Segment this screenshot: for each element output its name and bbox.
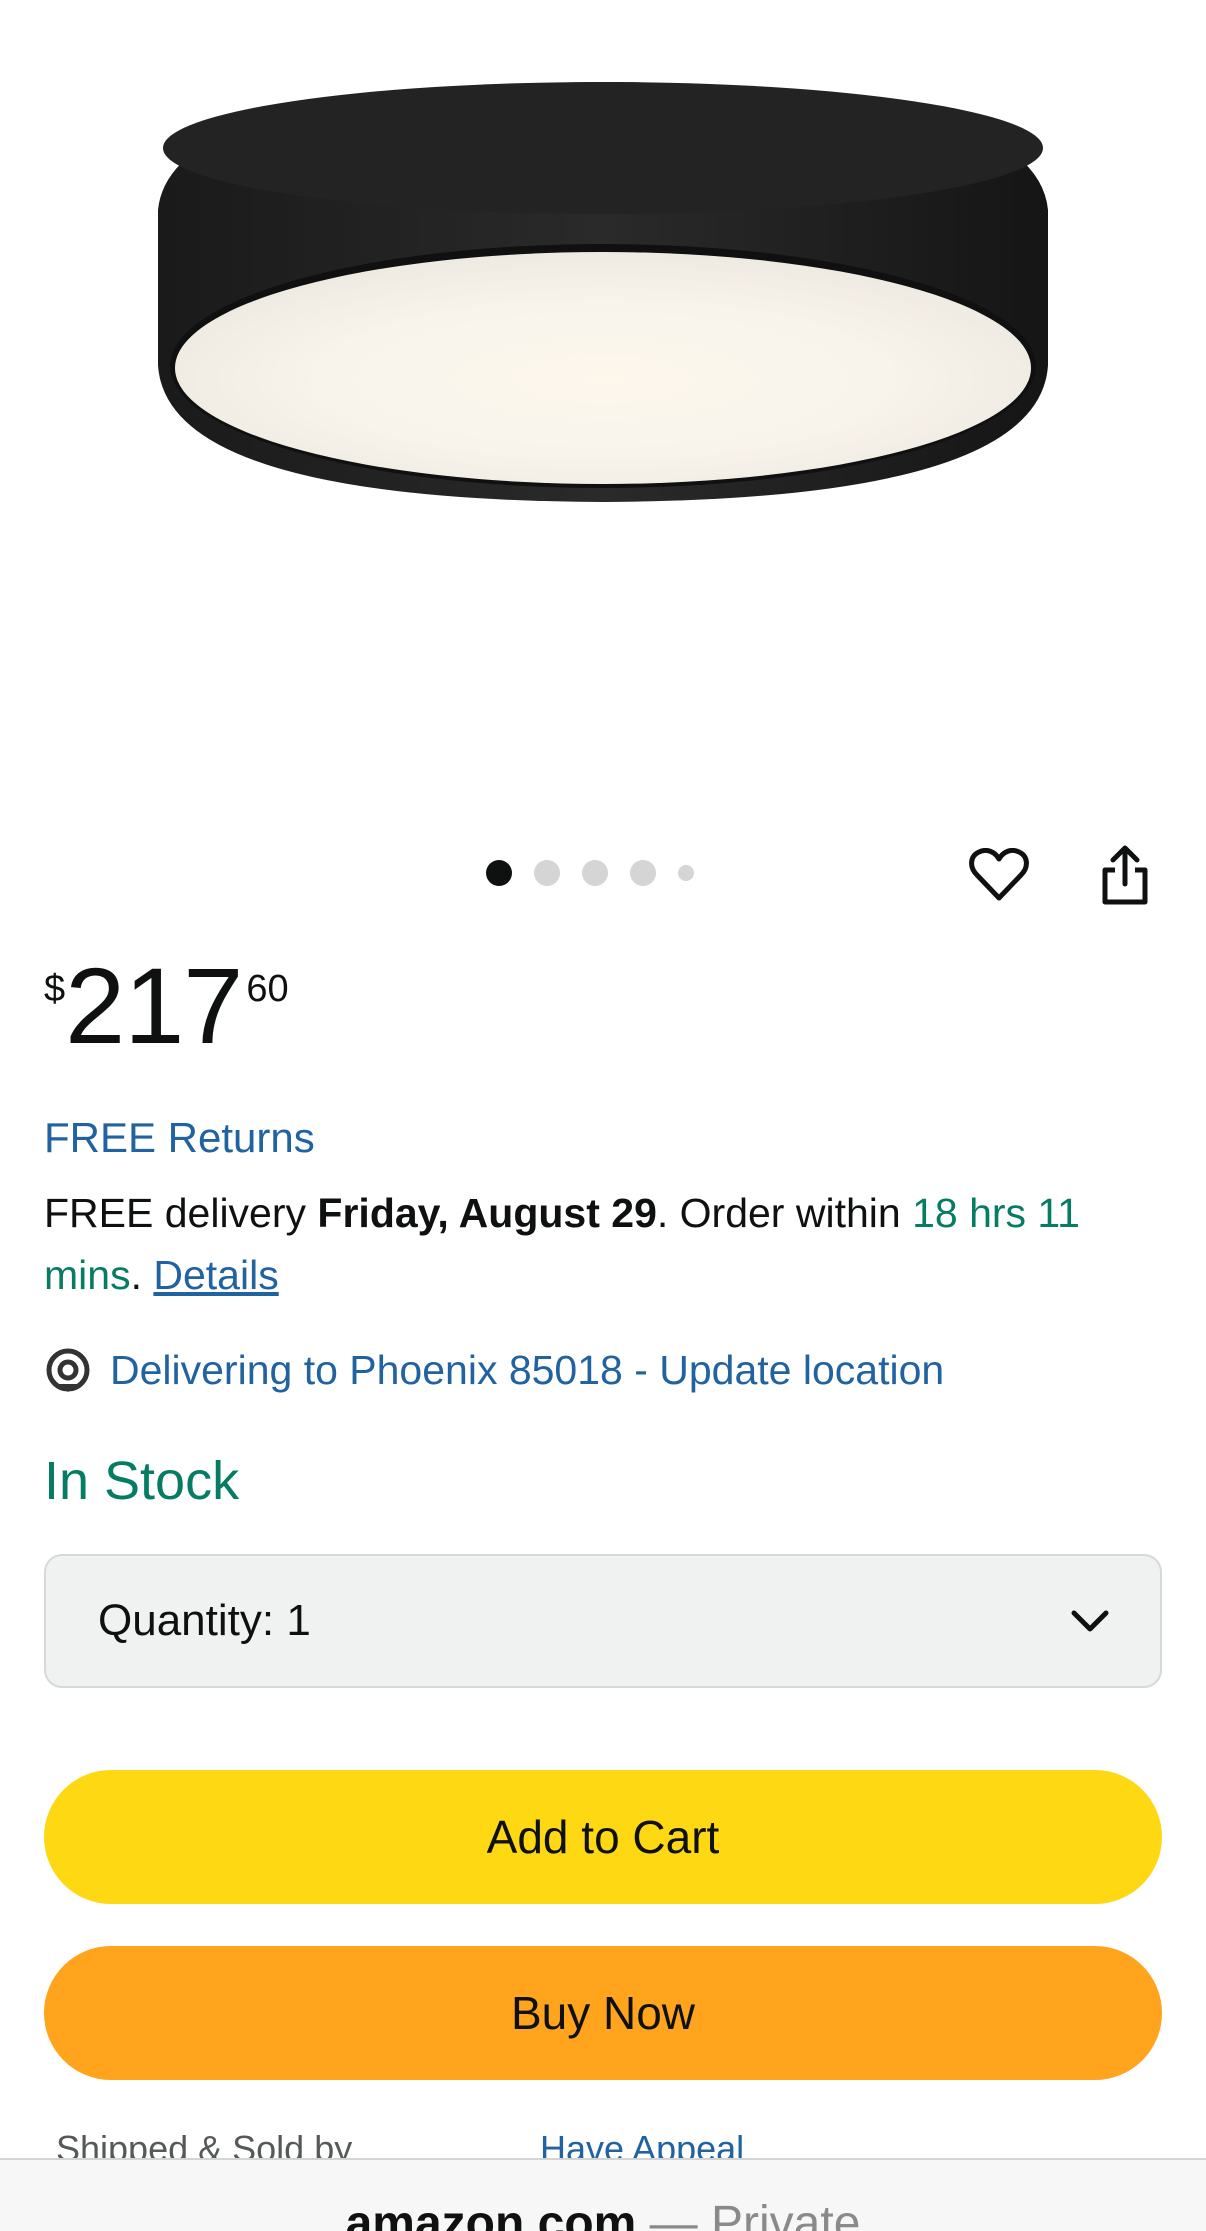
ceiling-light-image bbox=[158, 82, 1048, 502]
browser-address-bar[interactable]: amazon.com — Private bbox=[0, 2158, 1206, 2231]
price-fraction: 60 bbox=[246, 968, 289, 1010]
quantity-label-text: Quantity: bbox=[98, 1596, 275, 1645]
address-bar-url[interactable]: amazon.com — Private bbox=[0, 2196, 1206, 2231]
address-bar-separator: — bbox=[636, 2197, 712, 2231]
location-pin-icon bbox=[46, 1348, 90, 1392]
stock-status: In Stock bbox=[44, 1451, 240, 1511]
carousel-dot[interactable] bbox=[582, 860, 608, 886]
carousel-dot[interactable] bbox=[630, 860, 656, 886]
image-carousel-dots[interactable] bbox=[486, 858, 694, 888]
delivery-location[interactable]: Delivering to Phoenix 85018 - Update loc… bbox=[44, 1346, 944, 1394]
price-currency-symbol: $ bbox=[44, 968, 66, 1010]
carousel-dot-active[interactable] bbox=[486, 860, 512, 886]
quantity-label: Quantity: 1 bbox=[98, 1596, 311, 1646]
delivery-mid: . Order within bbox=[656, 1190, 913, 1236]
add-to-cart-button[interactable]: Add to Cart bbox=[44, 1770, 1162, 1904]
address-bar-domain: amazon.com bbox=[345, 2197, 637, 2231]
delivery-details-link[interactable]: Details bbox=[153, 1252, 278, 1298]
quantity-dropdown[interactable]: Quantity: 1 bbox=[44, 1554, 1162, 1688]
carousel-dot[interactable] bbox=[678, 865, 694, 881]
delivery-dot: . bbox=[130, 1252, 154, 1298]
price: $ 217 60 bbox=[44, 952, 289, 1060]
chevron-down-icon bbox=[1071, 1610, 1109, 1632]
share-button[interactable] bbox=[1094, 842, 1156, 908]
price-whole: 217 bbox=[65, 945, 243, 1066]
heart-icon bbox=[969, 848, 1029, 901]
carousel-dot[interactable] bbox=[534, 860, 560, 886]
product-image[interactable] bbox=[0, 0, 1206, 820]
delivery-message: FREE delivery Friday, August 29. Order w… bbox=[44, 1182, 1174, 1306]
delivery-date: Friday, August 29 bbox=[317, 1190, 657, 1236]
location-text[interactable]: Delivering to Phoenix 85018 - Update loc… bbox=[110, 1347, 944, 1394]
buy-now-button[interactable]: Buy Now bbox=[44, 1946, 1162, 2080]
quantity-value: 1 bbox=[286, 1596, 311, 1645]
wishlist-button[interactable] bbox=[968, 842, 1030, 908]
delivery-prefix: FREE delivery bbox=[44, 1190, 318, 1236]
free-returns-link[interactable]: FREE Returns bbox=[44, 1114, 315, 1162]
private-mode-label: Private bbox=[711, 2197, 861, 2231]
share-icon bbox=[1102, 845, 1148, 905]
